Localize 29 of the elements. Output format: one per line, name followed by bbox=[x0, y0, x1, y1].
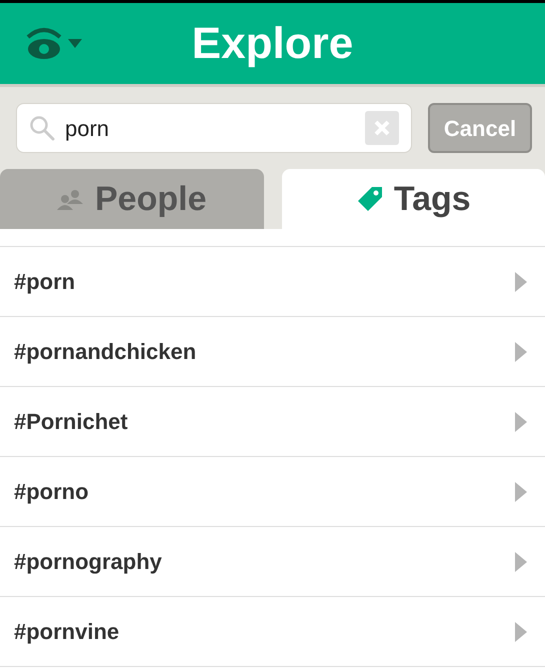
tab[interactable]: Tags bbox=[282, 169, 545, 229]
tag-row[interactable]: #Pornichet bbox=[0, 387, 545, 457]
tag-name: #porn bbox=[14, 268, 76, 296]
tag-row[interactable]: #pornography bbox=[0, 527, 545, 597]
tag-row[interactable]: #porn bbox=[0, 247, 545, 317]
caret-icon bbox=[68, 38, 82, 48]
tag-name: #pornvine bbox=[14, 618, 120, 646]
tag-name: #Pornichet bbox=[14, 408, 128, 436]
tag-name: #porno bbox=[14, 478, 89, 506]
chevron-right-icon bbox=[515, 622, 527, 642]
chevron-right-icon bbox=[515, 272, 527, 292]
tag-name: #pornandchicken bbox=[14, 338, 196, 366]
tag-name: #pornography bbox=[14, 548, 162, 576]
search-text: porn bbox=[65, 114, 110, 143]
tag-row[interactable]: #porno bbox=[0, 457, 545, 527]
search-icon bbox=[29, 115, 55, 141]
eye-menu-button[interactable] bbox=[24, 25, 82, 61]
tag-row[interactable]: #pornandchicken bbox=[0, 317, 545, 387]
close-icon bbox=[374, 120, 390, 136]
tag-icon bbox=[356, 185, 384, 213]
chevron-right-icon bbox=[515, 482, 527, 502]
eye-icon bbox=[24, 25, 64, 61]
tag-row[interactable]: #pornvine bbox=[0, 597, 545, 667]
chevron-right-icon bbox=[515, 342, 527, 362]
chevron-right-icon bbox=[515, 412, 527, 432]
people-icon bbox=[57, 188, 85, 210]
search-field[interactable]: porn bbox=[16, 103, 412, 153]
chevron-right-icon bbox=[515, 552, 527, 572]
header-title: Explore bbox=[192, 22, 354, 66]
